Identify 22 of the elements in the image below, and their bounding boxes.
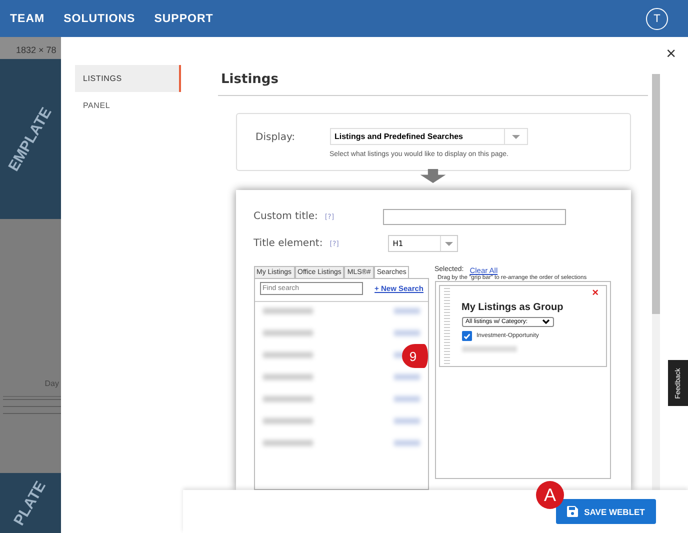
sidebar-item[interactable]: PANEL (75, 92, 181, 119)
blurred-text (462, 346, 516, 352)
close-button[interactable]: × (666, 45, 676, 62)
section-heading: Listings (218, 64, 648, 96)
label-text: Day (44, 379, 59, 388)
sidebar-item[interactable]: LISTINGS (75, 65, 181, 92)
nav-link[interactable]: SUPPORT (154, 12, 214, 24)
field-label: Title element: (254, 238, 323, 249)
remove-icon[interactable]: × (592, 287, 598, 299)
nav-link[interactable]: TEAM (10, 12, 45, 24)
dimension-text: 1832 × 78 (16, 45, 56, 55)
field-label: Custom title: (254, 211, 318, 222)
chevron-icon (542, 319, 550, 325)
display-label: Display: (256, 131, 296, 145)
custom-title-field[interactable] (382, 208, 566, 224)
checkbox[interactable] (462, 331, 472, 341)
group-title: My Listings as Group (462, 302, 564, 313)
avatar[interactable]: T (646, 8, 668, 30)
save-button[interactable]: SAVE WEBLET (556, 499, 656, 524)
display-dropdown[interactable]: Listings and Predefined Searches (330, 128, 528, 145)
nav-link[interactable]: SOLUTIONS (64, 12, 136, 24)
scrollbar[interactable] (652, 74, 660, 490)
